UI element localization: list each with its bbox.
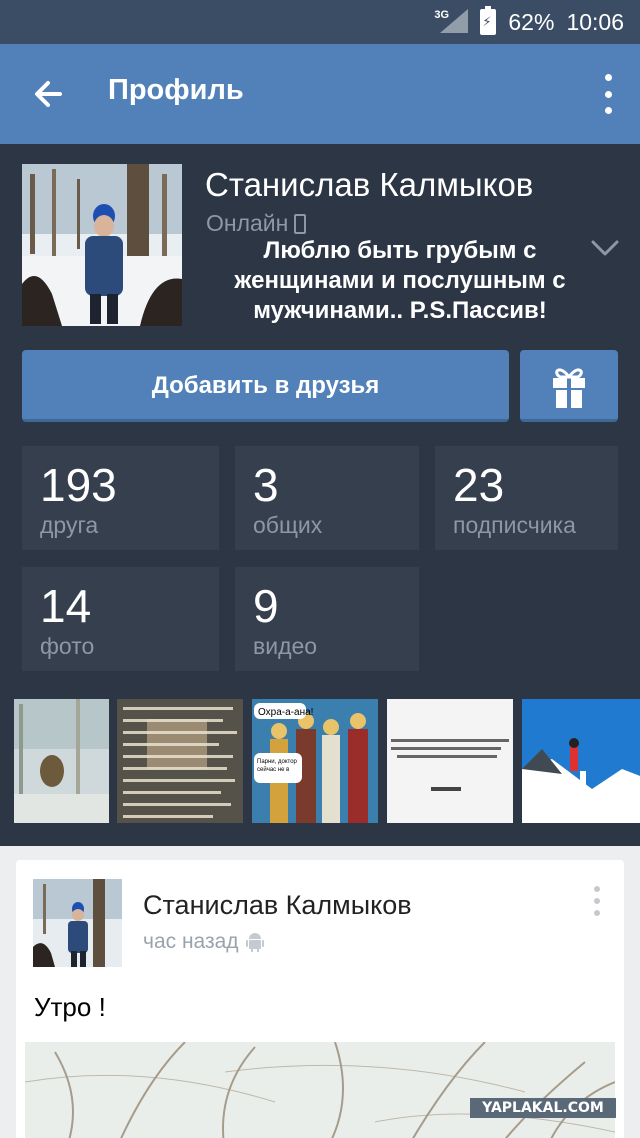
counter-label: друга — [40, 512, 99, 538]
counter-label: общих — [253, 512, 323, 538]
signal-icon: 3G — [434, 9, 469, 35]
status-bar: 3G 62% 10:06 — [0, 0, 640, 44]
counter-label: подписчика — [453, 512, 576, 538]
clock: 10:06 — [566, 8, 624, 35]
counter-photos[interactable]: 14 фото — [22, 567, 219, 671]
wall-post: Станислав Калмыков час назад Утро ! — [16, 860, 624, 1138]
battery-level: 62% — [508, 8, 555, 35]
counter-friends[interactable]: 193 друга — [22, 446, 219, 550]
profile-name: Станислав Калмыков — [205, 166, 534, 203]
post-time-label: час назад — [143, 930, 239, 953]
counter-value: 193 — [40, 459, 117, 511]
counter-videos[interactable]: 9 видео — [235, 567, 419, 671]
online-status-label: Онлайн — [206, 210, 289, 236]
back-arrow-icon[interactable] — [30, 72, 70, 116]
android-icon — [245, 933, 264, 952]
post-author-name[interactable]: Станислав Калмыков — [143, 890, 412, 921]
counter-value: 3 — [253, 459, 279, 511]
online-status: Онлайн — [206, 210, 307, 237]
page-title: Профиль — [108, 74, 244, 106]
photo-thumbnail[interactable]: Охра-а-ана! Парни, доктор сейчас не в — [252, 699, 378, 823]
counter-mutual[interactable]: 3 общих — [235, 446, 419, 550]
post-image[interactable] — [25, 1042, 615, 1138]
counter-label: фото — [40, 633, 95, 659]
post-time: час назад — [143, 930, 265, 954]
photo-thumbnail[interactable] — [14, 699, 109, 823]
chevron-down-icon[interactable] — [590, 236, 620, 260]
counter-label: видео — [253, 633, 318, 659]
more-vertical-icon[interactable] — [592, 886, 602, 916]
app-bar: Профиль — [0, 44, 640, 144]
profile-header: Станислав Калмыков Онлайн Люблю быть гру… — [0, 144, 640, 846]
counter-followers[interactable]: 23 подписчика — [435, 446, 618, 550]
post-author-avatar[interactable] — [33, 879, 122, 967]
phone-icon — [294, 213, 307, 234]
gift-button[interactable] — [520, 350, 618, 422]
photo-caption-small: сейчас не в — [257, 766, 289, 773]
photo-thumbnail[interactable] — [522, 699, 640, 823]
photo-caption: Охра-а-ана! — [258, 707, 313, 718]
photo-strip: Охра-а-ана! Парни, доктор сейчас не в — [14, 699, 640, 823]
photo-thumbnail[interactable] — [117, 699, 243, 823]
counter-value: 14 — [40, 580, 92, 632]
photo-caption-small: Парни, доктор — [257, 759, 298, 765]
watermark: YAPLAKAL.COM — [470, 1098, 616, 1118]
counter-value: 23 — [453, 459, 505, 511]
profile-status-text: Люблю быть грубым с женщинами и послушны… — [234, 237, 566, 324]
photo-thumbnail[interactable] — [387, 699, 513, 823]
post-text: Утро ! — [34, 992, 106, 1022]
gift-icon — [553, 368, 585, 408]
more-vertical-icon[interactable] — [600, 74, 616, 114]
battery-charging-icon — [480, 6, 497, 35]
add-friend-button[interactable]: Добавить в друзья — [22, 350, 509, 422]
counter-value: 9 — [253, 580, 279, 632]
profile-avatar[interactable] — [22, 164, 182, 326]
